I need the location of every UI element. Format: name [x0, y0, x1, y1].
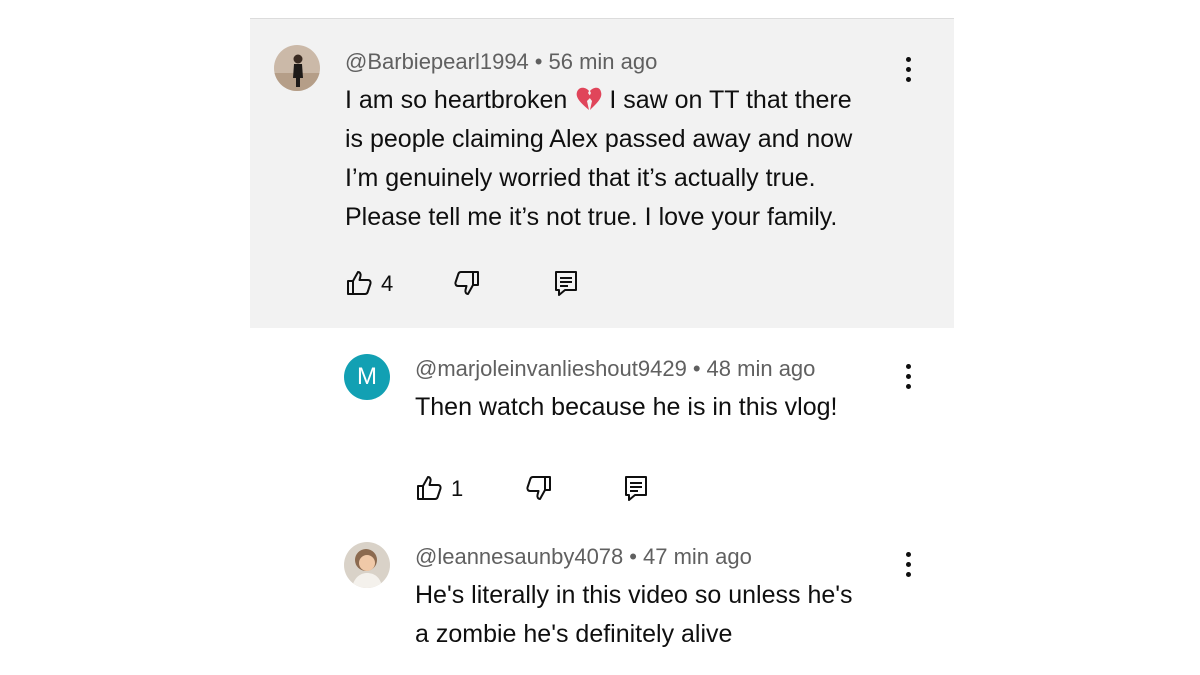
comment-text: I am so heartbroken I saw on TT that the…: [345, 81, 852, 237]
comment-text: Then watch because he is in this vlog!: [415, 388, 837, 427]
comment-line: I’m genuinely worried that it’s actually…: [345, 164, 816, 192]
avatar[interactable]: [274, 45, 320, 91]
avatar[interactable]: [344, 542, 390, 588]
reply-icon[interactable]: [553, 269, 579, 297]
timestamp[interactable]: 48 min ago: [707, 356, 816, 381]
comment-text: He's literally in this video so unless h…: [415, 576, 853, 654]
avatar-photo-icon: [274, 45, 320, 91]
comment-line: I am so heartbroken I saw on TT that the…: [345, 86, 852, 114]
like-count: 1: [451, 476, 464, 501]
more-options-icon[interactable]: [898, 362, 918, 392]
comment-line: a zombie he's definitely alive: [415, 620, 733, 648]
comment-actions: 1: [415, 474, 655, 504]
meta-separator: •: [692, 356, 701, 381]
broken-heart-icon: [576, 87, 602, 110]
timestamp[interactable]: 47 min ago: [643, 544, 752, 569]
comment-highlighted: @Barbiepearl1994 • 56 min ago I am so hear…: [250, 19, 954, 328]
comment-actions: 4: [345, 269, 585, 299]
comment-line: is people claiming Alex passed away and …: [345, 125, 853, 153]
author-name[interactable]: @marjoleinvanlieshout9429: [415, 356, 687, 381]
timestamp[interactable]: 56 min ago: [549, 49, 658, 74]
comment-meta: @marjoleinvanlieshout9429 • 48 min ago: [415, 356, 815, 382]
reply-comment: M @marjoleinvanlieshout9429 • 48 min ago T…: [250, 350, 954, 501]
avatar[interactable]: M: [344, 354, 390, 400]
comment-line: Please tell me it’s not true. I love you…: [345, 203, 838, 231]
author-name[interactable]: @Barbiepearl1994: [345, 49, 529, 74]
comment-meta: @leannesaunby4078 • 47 min ago: [415, 544, 752, 570]
reply-icon[interactable]: [623, 474, 649, 502]
thumbs-up-icon[interactable]: [345, 269, 373, 297]
comment-line: Then watch because he is in this vlog!: [415, 393, 838, 421]
more-options-icon[interactable]: [898, 550, 918, 580]
more-options-icon[interactable]: [898, 55, 918, 85]
comment-line: He's literally in this video so unless h…: [415, 581, 853, 609]
avatar-photo-icon: [344, 542, 390, 588]
like-count: 4: [381, 271, 394, 296]
meta-separator: •: [629, 544, 637, 569]
comment-meta: @Barbiepearl1994 • 56 min ago: [345, 49, 657, 75]
avatar-letter: M: [357, 363, 377, 390]
author-name[interactable]: @leannesaunby4078: [415, 544, 623, 569]
comment-thread: @Barbiepearl1994 • 56 min ago I am so hear…: [250, 18, 954, 668]
reply-comment: @leannesaunby4078 • 47 min ago He's litera…: [250, 538, 954, 668]
thumbs-down-icon[interactable]: [453, 269, 481, 297]
thumbs-up-icon[interactable]: [415, 474, 443, 502]
thumbs-down-icon[interactable]: [525, 474, 553, 502]
meta-separator: •: [534, 49, 543, 74]
